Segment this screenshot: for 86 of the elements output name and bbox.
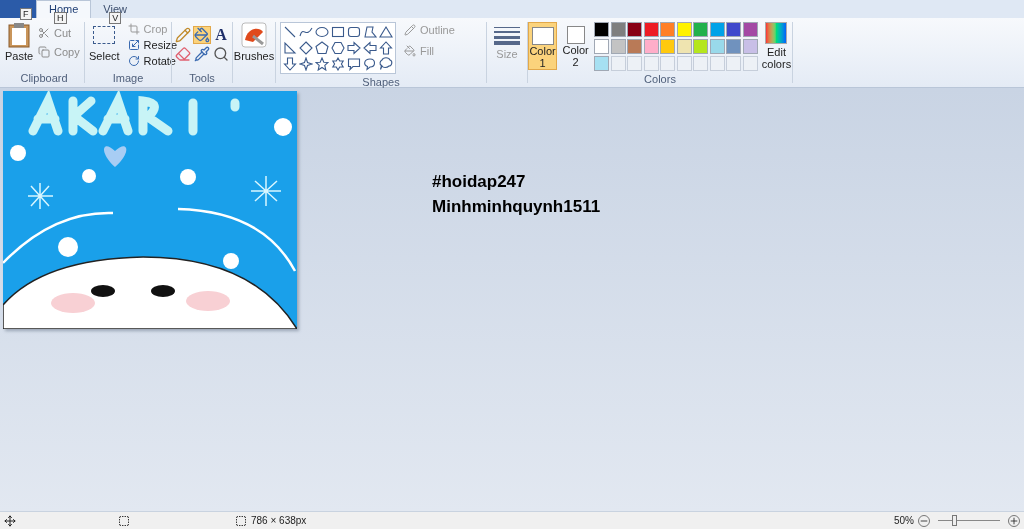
rotate-button[interactable]: Rotate <box>127 54 178 68</box>
color-swatch[interactable] <box>709 22 725 37</box>
color-swatch[interactable] <box>627 22 643 37</box>
color-swatch[interactable] <box>610 39 626 54</box>
shape-icon[interactable] <box>347 25 361 39</box>
shape-icon[interactable] <box>347 41 361 55</box>
resize-button[interactable]: Resize <box>127 38 178 52</box>
color-swatch[interactable] <box>660 22 676 37</box>
color-swatch[interactable] <box>660 39 676 54</box>
paint-bucket-icon <box>194 27 210 43</box>
edit-colors-button[interactable]: Edit colors <box>761 22 792 70</box>
color-swatch[interactable] <box>693 39 709 54</box>
tool-button[interactable] <box>212 45 230 63</box>
tool-button[interactable] <box>193 45 211 63</box>
zoom-percentage: 50% <box>894 514 914 528</box>
group-label: Clipboard <box>19 70 69 86</box>
color-swatch[interactable] <box>643 39 659 54</box>
tool-button[interactable]: A <box>212 26 230 44</box>
shape-icon[interactable] <box>315 41 329 55</box>
select-button[interactable]: Select <box>89 22 120 68</box>
shape-icon[interactable] <box>363 57 377 71</box>
shape-icon[interactable] <box>379 25 393 39</box>
paint-bucket-icon <box>404 44 416 57</box>
shape-icon[interactable] <box>331 25 345 39</box>
selection-size-icon <box>118 514 130 527</box>
canvas-size-text: 786 × 638px <box>251 514 307 528</box>
shape-icon[interactable] <box>283 41 297 55</box>
copy-icon <box>38 45 50 58</box>
shape-icon[interactable] <box>363 41 377 55</box>
scissors-icon <box>38 27 50 40</box>
color-swatch[interactable] <box>643 22 659 37</box>
canvas-size-icon <box>235 514 247 527</box>
shape-icon[interactable] <box>299 57 313 71</box>
shape-icon[interactable] <box>379 41 393 55</box>
magnifier-icon <box>213 46 229 62</box>
canvas-text: Minhminhquynh1511 <box>432 196 601 218</box>
shape-icon[interactable] <box>331 57 345 71</box>
color-swatch[interactable] <box>742 22 758 37</box>
color-swatch[interactable] <box>709 39 725 54</box>
tool-button[interactable] <box>193 26 211 44</box>
color-swatch[interactable] <box>594 56 610 71</box>
cursor-position-icon <box>4 514 16 527</box>
shape-icon[interactable] <box>299 25 313 39</box>
shape-icon[interactable] <box>283 57 297 71</box>
color-swatch[interactable] <box>676 39 692 54</box>
shape-icon[interactable] <box>299 41 313 55</box>
keytip: H <box>54 12 67 24</box>
color-swatch[interactable] <box>610 22 626 37</box>
canvas-text: #hoidap247 <box>432 171 527 193</box>
keytip: F <box>20 8 32 20</box>
paste-button[interactable]: Paste <box>4 22 34 65</box>
group-label: Image <box>111 70 145 86</box>
pencil-icon <box>404 24 416 37</box>
color-swatch[interactable] <box>726 22 741 37</box>
pencil-icon <box>175 27 191 43</box>
color-swatch[interactable] <box>594 39 610 54</box>
keytip: V <box>109 12 122 24</box>
color-picker-icon <box>194 46 210 62</box>
shape-icon[interactable] <box>315 25 329 39</box>
resize-icon <box>127 39 140 51</box>
color-swatch[interactable] <box>726 39 741 54</box>
shape-icon[interactable] <box>363 25 377 39</box>
group-label: Shapes <box>361 75 401 90</box>
line-width-icon <box>494 26 520 46</box>
shape-icon[interactable] <box>379 57 393 71</box>
color-swatch[interactable] <box>594 22 610 37</box>
brushes-button[interactable]: Brushes <box>233 18 275 87</box>
shape-icon[interactable] <box>315 57 329 71</box>
brush-icon <box>241 22 267 48</box>
color-swatch[interactable] <box>627 39 643 54</box>
clipboard-icon <box>8 22 30 48</box>
shape-icon[interactable] <box>331 41 345 55</box>
group-label: Colors <box>643 72 677 87</box>
color-slot-button[interactable]: Color 2 <box>561 22 591 70</box>
zoom-slider-thumb[interactable] <box>951 515 957 526</box>
crop-icon <box>127 23 140 35</box>
shape-icon[interactable] <box>347 57 361 71</box>
group-label: Tools <box>189 70 215 86</box>
color-swatch[interactable] <box>742 39 758 54</box>
eraser-icon <box>175 46 191 62</box>
shape-icon[interactable] <box>283 25 297 39</box>
color-slot-button[interactable]: Color 1 <box>528 22 558 70</box>
file-menu-button[interactable]: F <box>0 0 36 18</box>
rotate-icon <box>127 55 140 67</box>
color-swatch[interactable] <box>676 22 692 37</box>
color-swatch[interactable] <box>693 22 709 37</box>
